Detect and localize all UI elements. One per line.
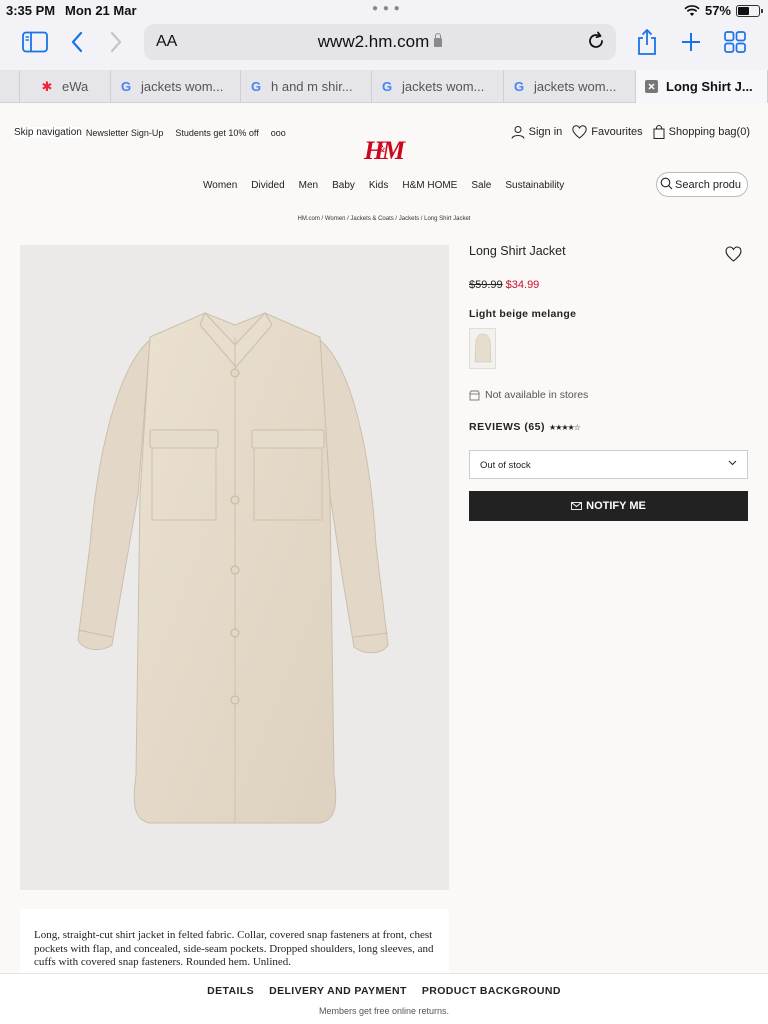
web-page: Skip navigation Newsletter Sign-Up Stude… — [0, 103, 768, 973]
shopping-bag-link[interactable]: Shopping bag(0) — [653, 125, 750, 139]
rating-stars-icon: ★★★★☆ — [549, 422, 581, 432]
search-input[interactable]: Search produ — [656, 172, 748, 197]
new-tab-icon[interactable] — [681, 32, 701, 52]
favourites-label: Favourites — [591, 126, 643, 138]
size-select[interactable]: Out of stock — [469, 450, 748, 479]
browser-tab-2[interactable]: G jackets wom... — [111, 70, 241, 103]
url-text: www2.hm.com — [317, 32, 430, 51]
size-select-value: Out of stock — [480, 460, 531, 471]
battery-icon — [736, 4, 763, 17]
tab-label: jackets wom... — [402, 79, 485, 94]
skip-navigation-link[interactable]: Skip navigation — [14, 127, 82, 138]
user-icon — [511, 126, 525, 139]
tab-label: eWa — [62, 79, 89, 94]
newsletter-link[interactable]: Newsletter Sign-Up — [86, 128, 164, 138]
info-tabs: DETAILS DELIVERY AND PAYMENT PRODUCT BAC… — [0, 985, 768, 997]
utility-links: Skip navigation Newsletter Sign-Up Stude… — [14, 127, 286, 138]
share-icon[interactable] — [636, 28, 658, 56]
lock-icon — [434, 33, 443, 47]
sale-price: $34.99 — [505, 279, 540, 291]
more-links-icon[interactable]: ooo — [271, 128, 286, 138]
breadcrumb[interactable]: HM.com / Women / Jackets & Coats / Jacke… — [0, 216, 768, 222]
browser-tab-4[interactable]: G jackets wom... — [372, 70, 504, 103]
tab-details[interactable]: DETAILS — [207, 985, 254, 997]
availability-text: Not available in stores — [485, 389, 589, 401]
google-icon: G — [381, 79, 393, 94]
wifi-icon — [684, 4, 700, 16]
nav-men[interactable]: Men — [299, 180, 318, 191]
shopping-bag-label: Shopping bag(0) — [668, 126, 750, 138]
product-info-sheet: DETAILS DELIVERY AND PAYMENT PRODUCT BAC… — [0, 973, 768, 1024]
account-links: Sign in Favourites Shopping bag(0) — [511, 125, 750, 139]
back-icon[interactable] — [70, 31, 84, 53]
tab-label: jackets wom... — [534, 79, 617, 94]
status-right: 57% — [684, 3, 763, 18]
notify-me-button[interactable]: NOTIFY ME — [469, 491, 748, 521]
browser-tab-strip: ✱ eWa G jackets wom... G h and m shir...… — [0, 70, 768, 103]
browser-tab-active[interactable]: Long Shirt J... — [636, 70, 768, 103]
battery-fill — [738, 6, 749, 15]
address-url[interactable]: www2.hm.com — [144, 32, 616, 52]
nav-sustainability[interactable]: Sustainability — [505, 180, 564, 191]
browser-tab-partial[interactable] — [0, 70, 20, 103]
tab-product-background[interactable]: PRODUCT BACKGROUND — [422, 985, 561, 997]
color-swatch[interactable] — [469, 328, 496, 369]
nav-baby[interactable]: Baby — [332, 180, 355, 191]
chevron-down-icon — [728, 460, 737, 466]
favourite-heart-icon[interactable] — [725, 246, 742, 267]
reviews-link[interactable]: REVIEWS (65) ★★★★☆ — [469, 421, 749, 433]
bag-icon — [653, 125, 665, 139]
members-returns-note: Members get free online returns. — [318, 1006, 450, 1016]
google-icon: G — [120, 79, 132, 94]
product-image[interactable] — [20, 245, 449, 890]
hm-logo[interactable]: H & M — [362, 133, 406, 167]
ewa-favicon-icon: ✱ — [41, 78, 53, 94]
original-price: $59.99 — [469, 279, 503, 291]
reload-icon[interactable] — [586, 31, 606, 56]
browser-tab-1[interactable]: ✱ eWa — [20, 70, 111, 103]
date: Mon 21 Mar — [65, 3, 137, 18]
store-availability: Not available in stores — [469, 389, 749, 401]
sign-in-label: Sign in — [528, 126, 563, 138]
browser-tab-3[interactable]: G h and m shir... — [241, 70, 372, 103]
notify-me-label: NOTIFY ME — [586, 500, 646, 512]
tab-label: h and m shir... — [271, 79, 353, 94]
favourites-link[interactable]: Favourites — [572, 125, 643, 139]
reviews-label: REVIEWS (65) — [469, 421, 546, 433]
tab-label: Long Shirt J... — [666, 79, 753, 94]
nav-kids[interactable]: Kids — [369, 180, 388, 191]
main-navigation: Women Divided Men Baby Kids H&M HOME Sal… — [203, 180, 564, 191]
students-link[interactable]: Students get 10% off — [175, 128, 258, 138]
sidebar-icon[interactable] — [22, 31, 48, 53]
google-icon: G — [250, 79, 262, 94]
envelope-icon — [571, 502, 583, 510]
svg-text:M: M — [381, 136, 406, 165]
clock: 3:35 PM — [6, 3, 56, 18]
color-name: Light beige melange — [469, 308, 577, 320]
browser-tab-5[interactable]: G jackets wom... — [504, 70, 636, 103]
nav-divided[interactable]: Divided — [251, 180, 284, 191]
safari-toolbar: AA www2.hm.com — [0, 22, 768, 70]
google-icon: G — [513, 79, 525, 94]
nav-hm-home[interactable]: H&M HOME — [402, 180, 457, 191]
nav-sale[interactable]: Sale — [471, 180, 491, 191]
tab-label: jackets wom... — [141, 79, 224, 94]
forward-icon[interactable] — [109, 31, 123, 53]
close-tab-icon[interactable] — [644, 80, 658, 94]
nav-women[interactable]: Women — [203, 180, 237, 191]
ios-status-bar: 3:35 PM Mon 21 Mar ● ● ● 57% — [0, 0, 768, 22]
sign-in-link[interactable]: Sign in — [511, 125, 563, 139]
battery-percent: 57% — [704, 3, 731, 18]
search-icon — [660, 177, 673, 190]
product-description: Long, straight-cut shirt jacket in felte… — [20, 909, 449, 973]
address-bar[interactable]: AA www2.hm.com — [144, 24, 616, 60]
store-icon — [469, 390, 480, 400]
product-title: Long Shirt Jacket — [469, 244, 566, 258]
search-placeholder: Search produ — [675, 179, 742, 191]
price-block: $59.99 $34.99 — [469, 279, 749, 291]
tab-overview-icon[interactable] — [724, 31, 746, 53]
heart-icon — [572, 125, 587, 139]
multitasking-dots-icon[interactable]: ● ● ● — [372, 3, 401, 14]
tab-delivery-payment[interactable]: DELIVERY AND PAYMENT — [269, 985, 407, 997]
